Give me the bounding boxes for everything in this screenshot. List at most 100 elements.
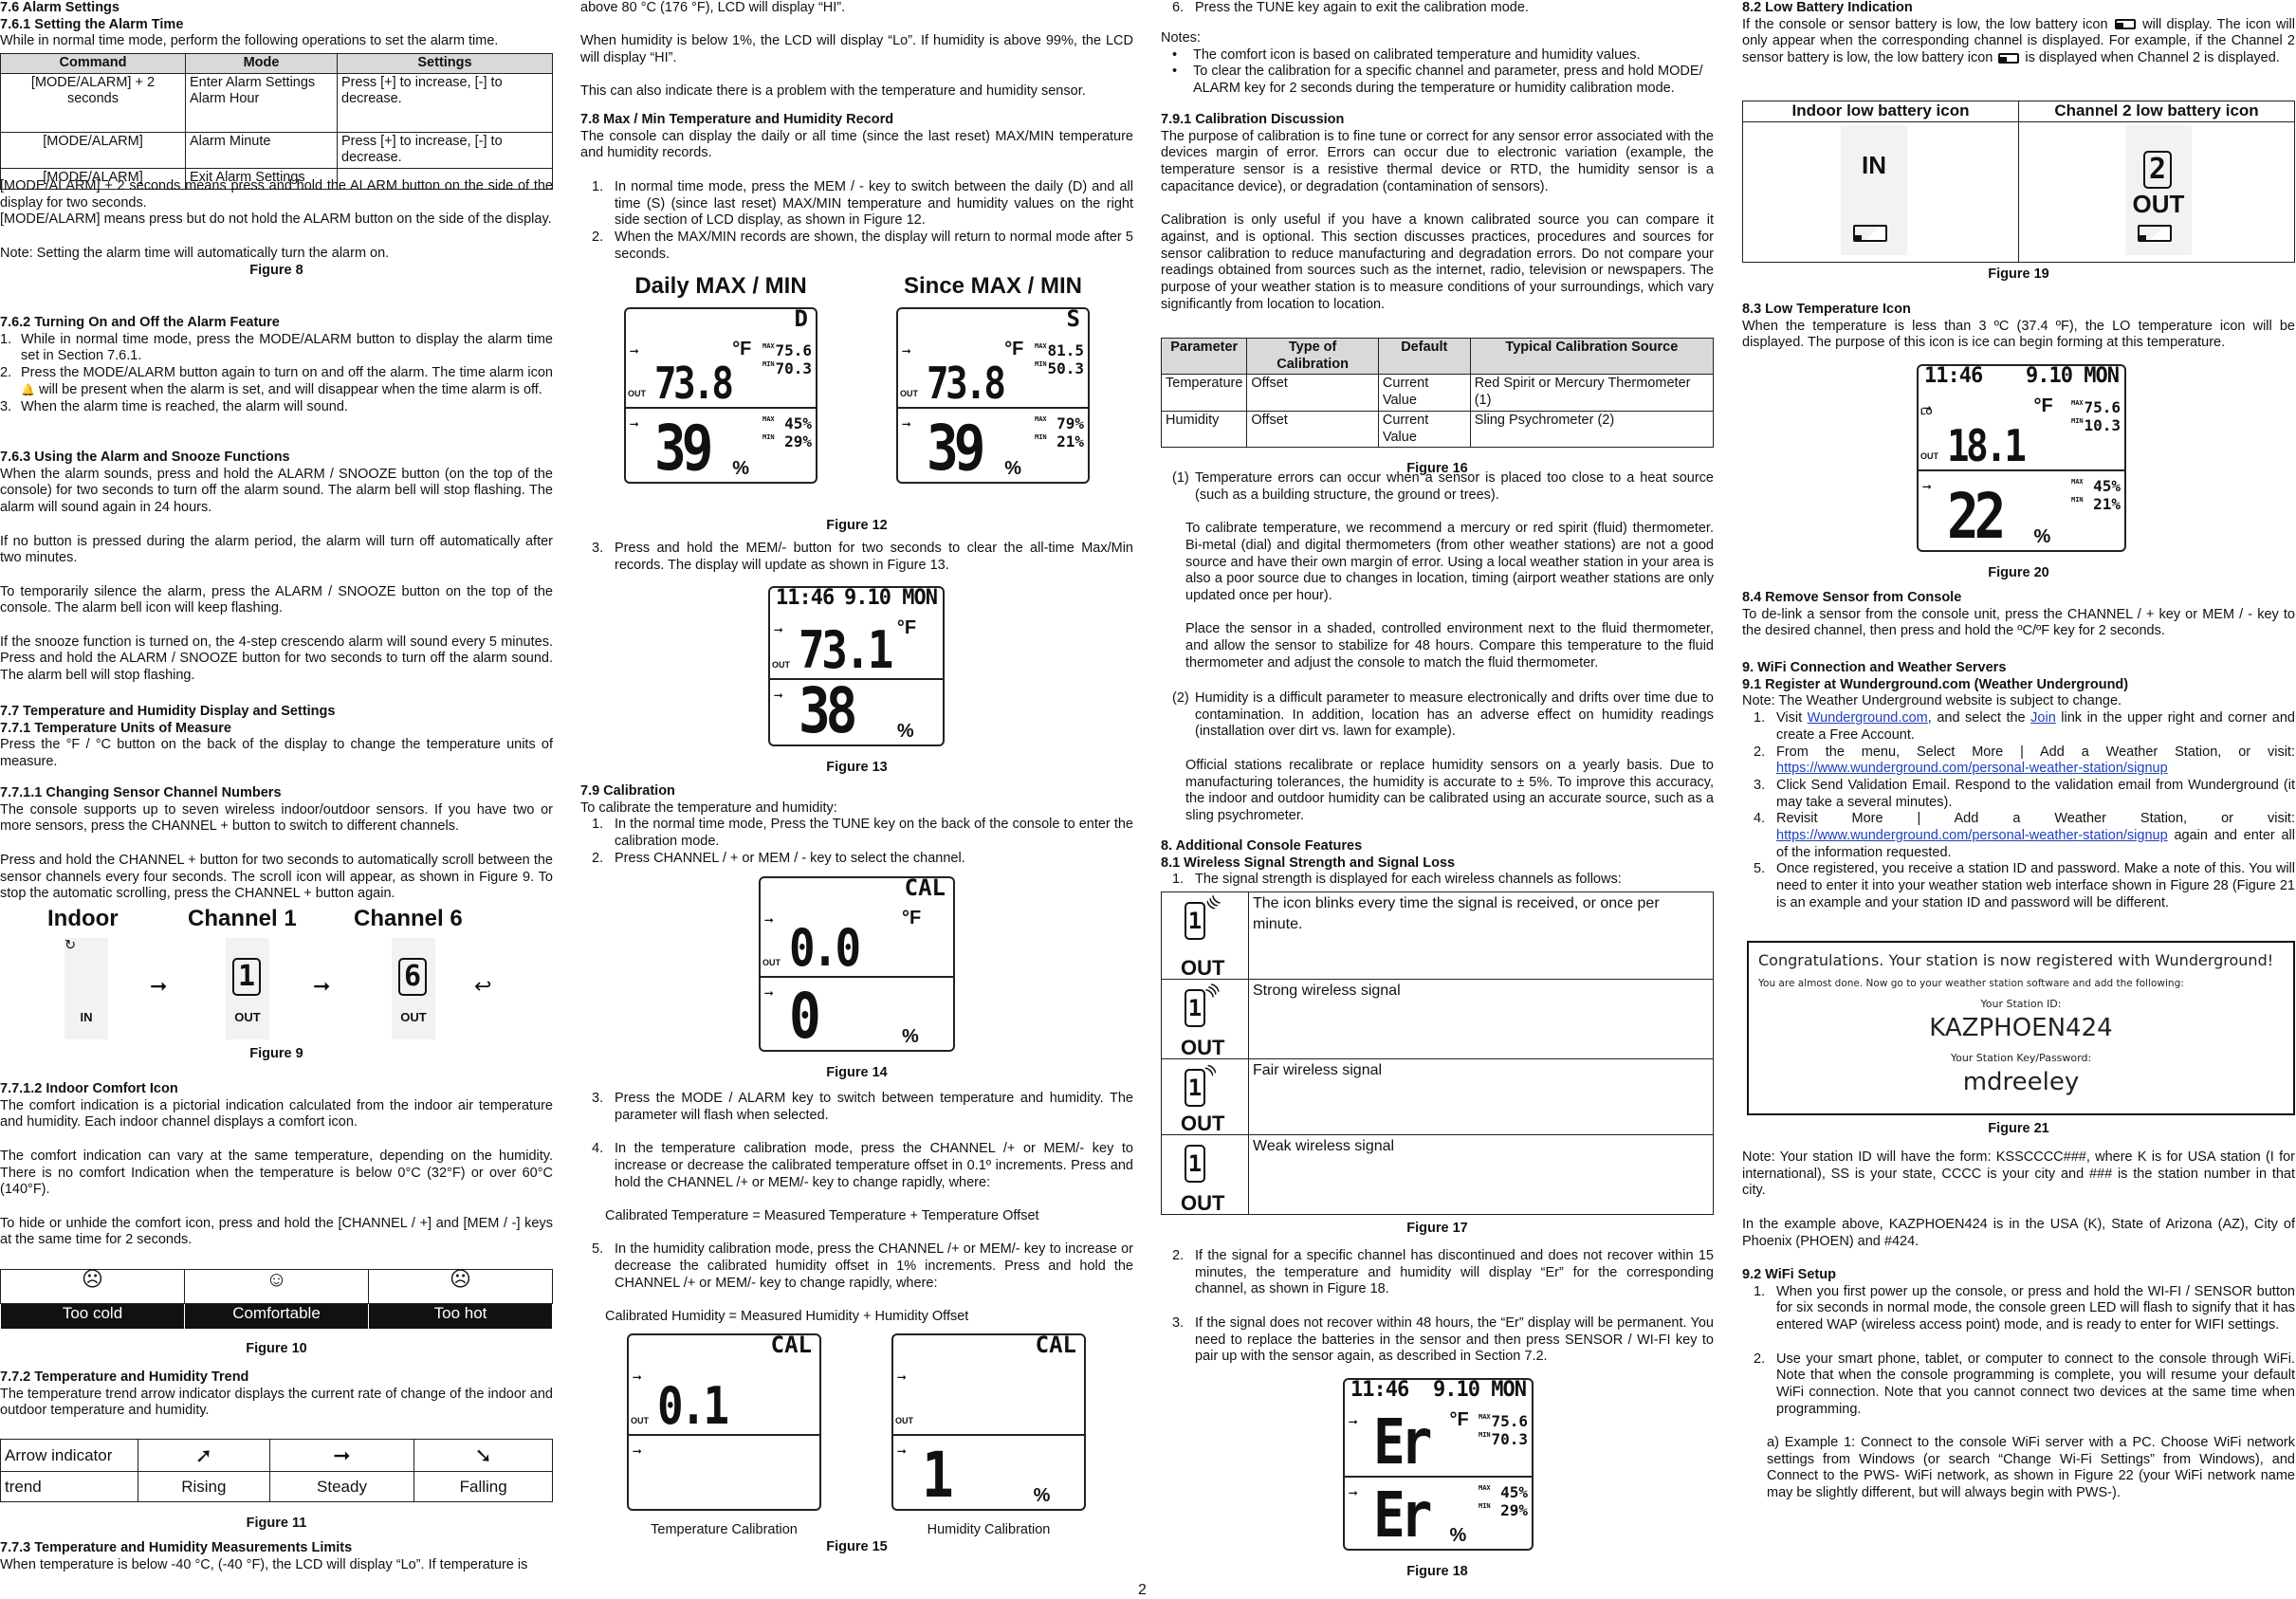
- icon-row: ☹ ☺ ☹: [0, 1267, 553, 1304]
- lcd-humidity-row: ➞ 0%: [761, 980, 953, 1051]
- text-section: 8. Additional Console Features 8.1 Wirele…: [1161, 838, 1714, 889]
- table-cell: Rising: [138, 1471, 270, 1502]
- min-label: MIN: [2071, 417, 2084, 425]
- table-cell: Arrow indicator: [0, 1439, 138, 1472]
- battery-icon: [1998, 52, 2020, 64]
- humidity-unit: %: [732, 458, 749, 480]
- table-cell: ☺: [184, 1269, 369, 1304]
- list-item: 3. If the signal does not recover within …: [1161, 1315, 1714, 1366]
- list-item-text: Temperature errors can occur when a sens…: [1195, 470, 1714, 503]
- paragraph: When humidity is below 1%, the LCD will …: [580, 33, 1133, 66]
- return-arrow-icon: ↩: [474, 974, 492, 998]
- hyperlink[interactable]: Join: [2030, 710, 2056, 726]
- text-section: (1) Temperature errors can occur when a s…: [1161, 470, 1714, 689]
- trend-arrow-icon: ➞: [764, 983, 774, 1002]
- hyperlink[interactable]: https://www.wunderground.com/personal-we…: [1776, 828, 2168, 843]
- list-item: 4. In the temperature calibration mode, p…: [580, 1141, 1133, 1191]
- list-item: 2. Press the MODE/ALARM button again to t…: [0, 365, 553, 398]
- figure-caption: Figure 19: [1988, 266, 2049, 282]
- table-cell: ➞: [268, 1439, 415, 1472]
- value: 70.3: [1491, 1430, 1528, 1448]
- column-header: Default: [1377, 337, 1471, 376]
- list-item: 5. In the humidity calibration mode, pres…: [580, 1241, 1133, 1292]
- list-item: 1. Visit Wunderground.com, and select the…: [1742, 710, 2295, 744]
- text-run: Press the MODE/ALARM button again to tur…: [21, 365, 553, 381]
- trend-arrow-icon: ➞: [902, 415, 911, 433]
- table-cell: Offset: [1246, 374, 1379, 412]
- channel-number-icon: 6: [398, 958, 427, 997]
- figure-label: Temperature Calibration: [651, 1522, 798, 1537]
- min-label: MIN: [1035, 360, 1047, 368]
- figure-title: Daily MAX / MIN: [634, 273, 807, 299]
- section-heading: 8. Additional Console Features: [1161, 838, 1363, 854]
- temperature-unit: °F: [732, 339, 752, 359]
- list-marker: 2.: [1754, 744, 1766, 760]
- list-item-text: Press the TUNE key again to exit the cal…: [1195, 0, 1529, 15]
- lcd-temperature-row: ➞ Er °F MAX 75.6 MIN 70.3: [1345, 1408, 1532, 1478]
- text-section: 2. If the signal for a specific channel h…: [1161, 1248, 1714, 1366]
- out-label: OUT: [762, 957, 781, 967]
- lcd-time-row: 11:46 9.10 MON: [1350, 1380, 1527, 1408]
- value: 45%: [2093, 477, 2121, 495]
- max-min-values: MAX 45% MIN 29%: [762, 414, 812, 450]
- figure-caption: Figure 21: [1988, 1121, 2049, 1136]
- sensor-icon-panel: 6 OUT: [392, 938, 435, 1039]
- list-item: 3. When the alarm time is reached, the al…: [0, 399, 553, 416]
- paragraph: The console supports up to seven wireles…: [0, 801, 553, 835]
- sensor-icon-panel: 1 OUT: [226, 938, 269, 1039]
- out-label: OUT: [1181, 1112, 1225, 1136]
- lcd-temperature: 18.1: [1947, 420, 2027, 471]
- trend-arrow-table: Arrow indicator ➚ ➞ ➘ trend Rising Steady Falli…: [0, 1439, 553, 1502]
- paragraph: While in normal time mode, perform the f…: [0, 33, 499, 49]
- paragraph: If no button is pressed during the alarm…: [0, 533, 553, 566]
- lcd-display: CAL ➞ OUT 0.0 °F ➞ 0%: [759, 876, 955, 1052]
- min-value: MIN 50.3: [1035, 359, 1084, 377]
- section-heading: 7.6.2 Turning On and Off the Alarm Featu…: [0, 315, 280, 330]
- lcd-temperature-row: ➞ OUT: [893, 1364, 1084, 1436]
- list-item-text: While in normal time mode, press the MOD…: [21, 331, 553, 364]
- out-label: OUT: [628, 389, 646, 399]
- humidity-unit: %: [896, 721, 914, 743]
- list-marker: 1.: [1172, 872, 1185, 888]
- confirmation-title: Congratulations. Your station is now reg…: [1758, 951, 2274, 969]
- indented-paragraph: Place the sensor in a shaded, controlled…: [1185, 621, 1714, 671]
- max-label: MAX: [762, 342, 775, 350]
- hyperlink[interactable]: https://www.wunderground.com/personal-we…: [1776, 761, 2168, 776]
- hyperlink[interactable]: Wunderground.com: [1808, 710, 1928, 726]
- table-cell: ➘: [413, 1439, 553, 1472]
- list-marker: 3.: [592, 541, 604, 556]
- column-header: Channel 2 low battery icon: [2018, 101, 2295, 122]
- humidity-unit: %: [2033, 526, 2051, 548]
- table-cell: IN: [1742, 121, 2019, 263]
- indented-paragraph: Official stations recalibrate or replace…: [1185, 757, 1714, 823]
- lcd-temperature-row: ➞ OUT 0.0 °F: [761, 907, 953, 978]
- text-section: above 80 °C (176 °F), LCD will display “…: [580, 0, 1133, 101]
- value: 70.3: [775, 359, 812, 377]
- value: 45%: [784, 414, 812, 432]
- humidity-unit: %: [902, 1026, 919, 1048]
- paragraph: The purpose of calibration is to fine tu…: [1161, 128, 1714, 194]
- temperature-unit: °F: [896, 617, 917, 638]
- text-section: 7.7 Temperature and Humidity Display and…: [0, 704, 553, 771]
- table-cell: Current Value: [1377, 410, 1471, 449]
- column-header: Mode: [185, 53, 338, 74]
- list-item: 1. The signal strength is displayed for e…: [1161, 872, 1714, 889]
- max-label: MAX: [2071, 399, 2084, 407]
- too-cold-face-icon: ☹: [82, 1267, 103, 1291]
- table-cell: Press [+] to increase, [-] to decrease.: [337, 72, 553, 133]
- sensor-location-label: IN: [1862, 151, 1886, 180]
- text-section: 7.6.2 Turning On and Off the Alarm Featu…: [0, 315, 553, 415]
- value: 79%: [1056, 414, 1084, 432]
- out-label: OUT: [900, 389, 918, 399]
- text-section: 7.9.1 Calibration Discussion The purpose …: [1161, 112, 1714, 313]
- confirmation-subtitle: You are almost done. Now go to your weat…: [1758, 978, 2184, 989]
- list-item-text: The comfort icon is based on calibrated …: [1193, 46, 1641, 63]
- section-heading: 7.7.3 Temperature and Humidity Measureme…: [0, 1540, 353, 1555]
- table-row: Humidity Offset Current Value Sling Psychro…: [1160, 410, 1715, 449]
- list-item: 1. When you first power up the console, o…: [1742, 1284, 2295, 1334]
- max-min-values: MAX 81.5 MIN 50.3: [1035, 341, 1084, 377]
- paragraph: When temperature is below -40 °C, (-40 °…: [0, 1556, 528, 1572]
- humidity-unit: %: [1004, 458, 1021, 480]
- text-run: If the console or sensor battery is low,…: [1742, 16, 2113, 32]
- lcd-temperature-row: ➞ LO OUT 18.1 °F MAX 75.6 MIN 10.3: [1919, 395, 2124, 471]
